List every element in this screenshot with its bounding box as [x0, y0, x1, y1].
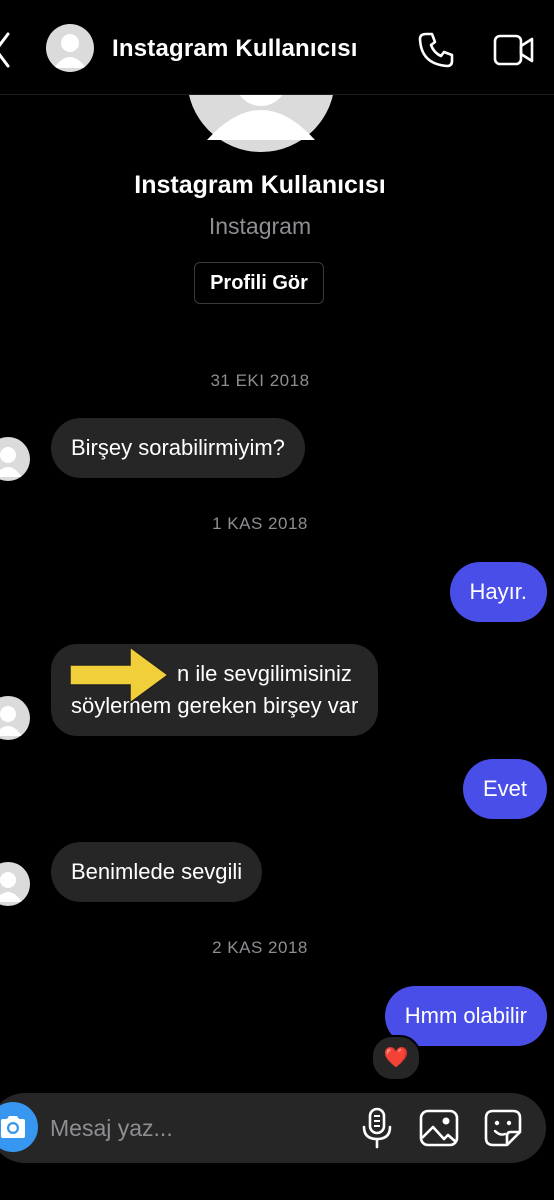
header-title[interactable]: Instagram Kullanıcısı — [112, 35, 358, 63]
message-text: Benimlede sevgili — [71, 859, 243, 884]
phone-icon[interactable] — [417, 31, 455, 69]
date-separator: 1 KAS 2018 — [212, 514, 308, 533]
sent-message[interactable]: Hayır. — [449, 562, 547, 622]
image-icon[interactable] — [418, 1108, 460, 1148]
received-message[interactable]: Benimlede sevgili — [51, 842, 263, 902]
chat-header: Instagram Kullanıcısı — [0, 0, 554, 95]
view-profile-button[interactable]: Profili Gör — [194, 262, 324, 304]
heart-reaction[interactable]: ❤️ — [371, 1035, 421, 1081]
received-message[interactable]: Birşey sorabilirmiyim? — [51, 418, 305, 478]
chevron-left-icon[interactable] — [0, 30, 12, 70]
camera-icon — [1, 1116, 25, 1138]
sticker-icon[interactable] — [483, 1108, 523, 1148]
avatar[interactable] — [0, 437, 30, 481]
microphone-icon[interactable] — [360, 1107, 394, 1149]
date-separator: 2 KAS 2018 — [212, 938, 308, 957]
profile-subtitle: Instagram — [208, 213, 312, 239]
sent-message[interactable]: Evet — [462, 759, 547, 819]
video-camera-icon[interactable] — [493, 33, 535, 67]
highlight-arrow — [70, 645, 170, 705]
message-text: Hayır. — [469, 579, 527, 604]
avatar[interactable] — [0, 862, 30, 906]
message-text: Hmm olabilir — [404, 1003, 527, 1028]
chat-screen: Instagram Kullanıcısı Instagram Kullanıc… — [0, 0, 554, 1200]
avatar[interactable] — [0, 696, 30, 740]
date-separator: 31 EKI 2018 — [210, 371, 310, 390]
profile-name: Instagram Kullanıcısı — [134, 171, 386, 199]
heart-icon: ❤️ — [383, 1047, 409, 1069]
message-input[interactable] — [50, 1108, 340, 1148]
message-text: Birşey sorabilirmiyim? — [71, 435, 285, 460]
avatar[interactable] — [46, 24, 94, 72]
message-text: Evet — [482, 776, 527, 801]
